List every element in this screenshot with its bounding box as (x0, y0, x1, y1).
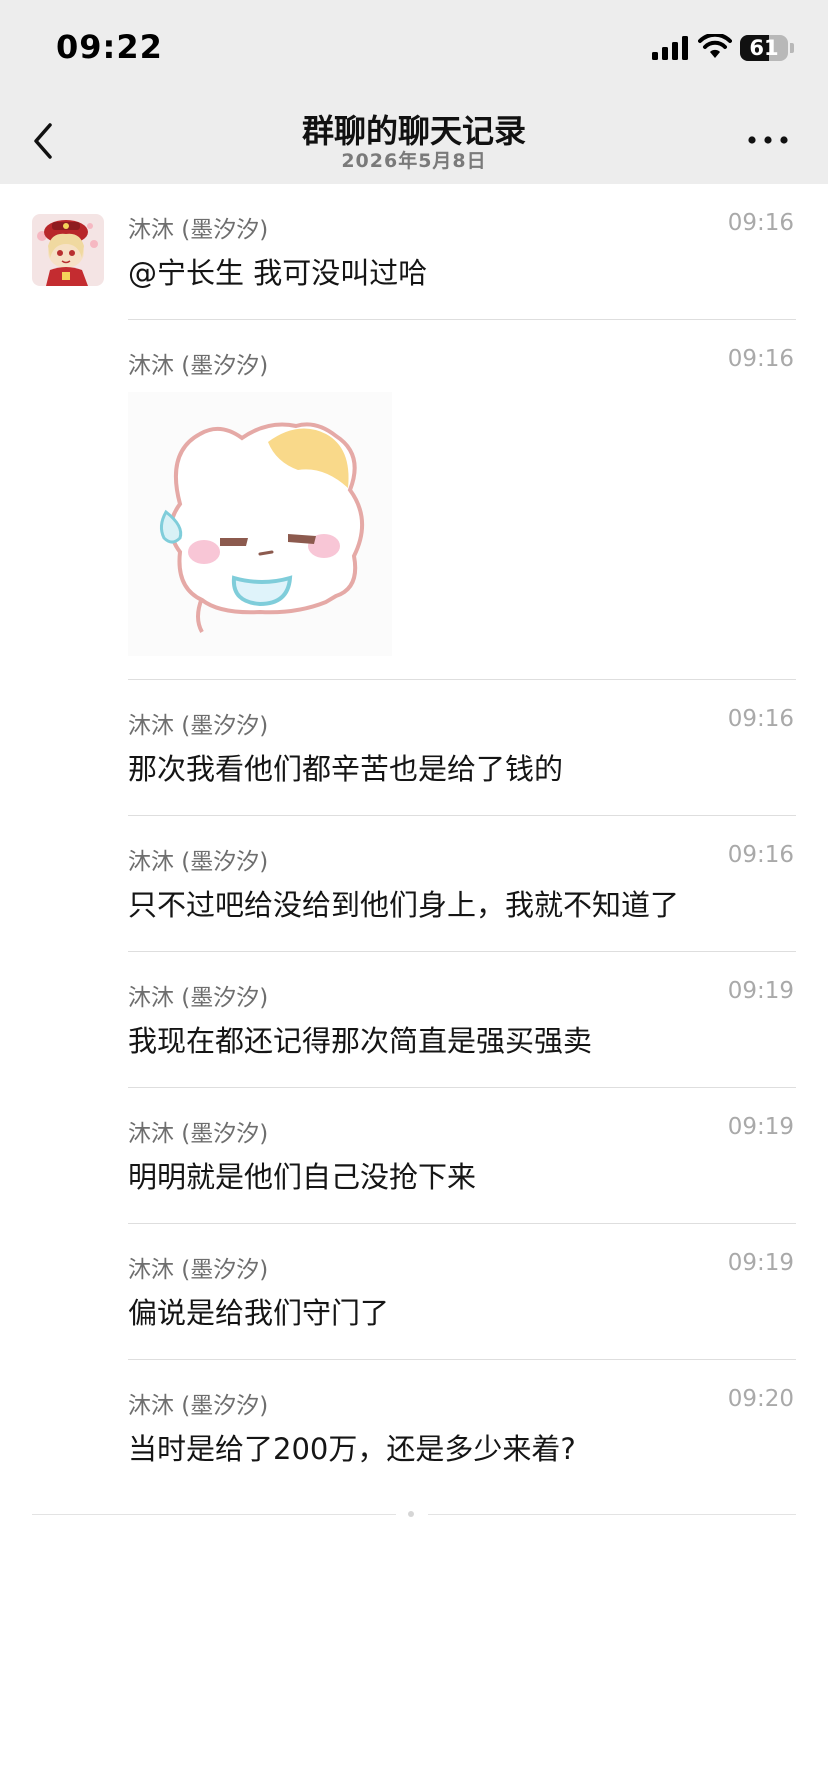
sender-name: 沐沐 (墨汐汐) (128, 985, 269, 1011)
message-time: 09:19 (727, 1114, 794, 1140)
end-of-history-divider (32, 1511, 796, 1517)
page-subtitle-date: 2026年5月8日 (341, 150, 487, 172)
message-item: 沐沐 (墨汐汐) 09:19 偏说是给我们守门了 (0, 1224, 828, 1360)
sender-name: 沐沐 (墨汐汐) (128, 1393, 269, 1419)
status-time: 09:22 (56, 28, 163, 66)
sender-name: 沐沐 (墨汐汐) (128, 849, 269, 875)
message-text[interactable]: 我现在都还记得那次简直是强买强卖 (128, 1018, 792, 1060)
sender-name: 沐沐 (墨汐汐) (128, 1121, 269, 1147)
message-text[interactable]: 那次我看他们都辛苦也是给了钱的 (128, 746, 792, 788)
message-item: 沐沐 (墨汐汐) 09:16 只不过吧给没给到他们身上，我就不知道了 (0, 816, 828, 952)
end-line-right (428, 1514, 796, 1515)
message-text[interactable]: 明明就是他们自己没抢下来 (128, 1154, 792, 1196)
message-time: 09:16 (727, 346, 794, 372)
message-time: 09:19 (727, 1250, 794, 1276)
message-item: 沐沐 (墨汐汐) 09:19 我现在都还记得那次简直是强买强卖 (0, 952, 828, 1088)
message-time: 09:19 (727, 978, 794, 1004)
message-time: 09:16 (727, 842, 794, 868)
message-text[interactable]: 偏说是给我们守门了 (128, 1290, 792, 1332)
sender-name: 沐沐 (墨汐汐) (128, 217, 269, 243)
sender-name: 沐沐 (墨汐汐) (128, 1257, 269, 1283)
more-dots-icon[interactable] (740, 118, 796, 162)
message-time: 09:16 (727, 210, 794, 236)
message-item: 沐沐 (墨汐汐) 09:16 那次我看他们都辛苦也是给了钱的 (0, 680, 828, 816)
status-bar: 09:22 61 (0, 0, 828, 100)
avatar[interactable] (32, 214, 104, 286)
sender-name: 沐沐 (墨汐汐) (128, 713, 269, 739)
sweating-hamster-sticker[interactable] (128, 392, 392, 656)
message-time: 09:20 (727, 1386, 794, 1412)
message-item: 沐沐 (墨汐汐) 09:19 明明就是他们自己没抢下来 (0, 1088, 828, 1224)
message-text[interactable]: 当时是给了200万，还是多少来着? (128, 1426, 792, 1468)
message-time: 09:16 (727, 706, 794, 732)
nav-bar: 群聊的聊天记录 2026年5月8日 (0, 100, 828, 184)
end-line-left (32, 1514, 396, 1515)
message-text[interactable]: @宁长生 我可没叫过哈 (128, 250, 792, 292)
message-item: 沐沐 (墨汐汐) 09:16 @宁长生 我可没叫过哈 (0, 184, 828, 320)
wifi-icon (698, 34, 732, 58)
battery-percent: 61 (749, 36, 779, 60)
sender-name: 沐沐 (墨汐汐) (128, 353, 269, 379)
signal-icon (652, 36, 688, 60)
end-dot (408, 1511, 414, 1517)
message-item: 沐沐 (墨汐汐) 09:20 当时是给了200万，还是多少来着? (0, 1360, 828, 1496)
battery-tip (790, 43, 794, 53)
message-item: 沐沐 (墨汐汐) 09:16 (0, 320, 828, 680)
avatar-image (32, 214, 104, 286)
battery-icon: 61 (740, 35, 788, 61)
message-text[interactable]: 只不过吧给没给到他们身上，我就不知道了 (128, 882, 792, 924)
